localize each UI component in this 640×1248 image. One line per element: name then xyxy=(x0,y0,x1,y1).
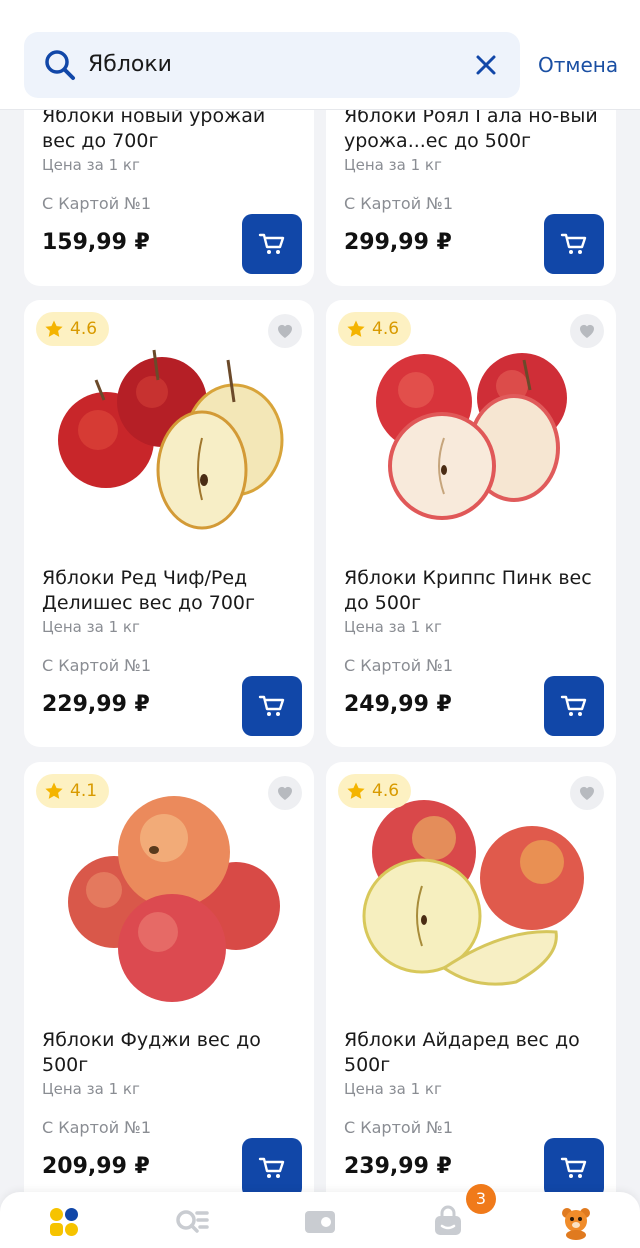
product-price: 229,99 ₽ xyxy=(42,692,150,717)
star-icon xyxy=(45,782,63,799)
unit-price-label: Цена за 1 кг xyxy=(344,1080,442,1098)
product-title: Яблоки Криппс Пинк вес до 500г xyxy=(344,567,592,614)
loyalty-card-label: С Картой №1 xyxy=(344,194,453,213)
add-to-cart-button[interactable] xyxy=(242,1138,302,1198)
heart-icon xyxy=(277,786,293,800)
add-to-cart-button[interactable] xyxy=(242,676,302,736)
star-icon xyxy=(347,782,365,799)
cart-icon xyxy=(560,233,587,254)
cart-icon xyxy=(258,233,285,254)
product-title: Яблоки новый урожай вес до 700г xyxy=(42,105,266,152)
cart-icon xyxy=(258,1157,285,1178)
product-price: 159,99 ₽ xyxy=(42,230,150,255)
loyalty-card-label: С Картой №1 xyxy=(344,1118,453,1137)
product-title: Яблоки Фуджи вес до 500г xyxy=(42,1029,261,1076)
clear-icon[interactable] xyxy=(474,53,498,77)
rating-badge: 4.6 xyxy=(36,312,110,346)
rating-value: 4.6 xyxy=(372,781,400,801)
cancel-button[interactable]: Отмена xyxy=(538,32,618,98)
product-image xyxy=(376,353,567,520)
star-icon xyxy=(347,320,365,337)
product-card[interactable]: 4.6 Яблоки Айдаред вес до 500г Цена за 1… xyxy=(326,762,616,1209)
product-card[interactable]: 4.1 Яблоки Фуджи вес до 500г Цена за 1 к… xyxy=(24,762,314,1209)
loyalty-card-label: С Картой №1 xyxy=(42,656,151,675)
product-card[interactable]: 4.6 Яблоки Криппс Пинк вес до 500г Цена … xyxy=(326,300,616,747)
heart-icon xyxy=(277,324,293,338)
favorite-button[interactable] xyxy=(268,314,302,348)
search-icon xyxy=(45,50,75,80)
product-title: Яблоки Роял Гала но-вый урожа...ес до 50… xyxy=(344,105,598,152)
catalog-icon xyxy=(50,1208,78,1236)
star-icon xyxy=(45,320,63,337)
search-header: Яблоки Отмена xyxy=(0,0,640,110)
favorite-button[interactable] xyxy=(268,776,302,810)
favorite-button[interactable] xyxy=(570,776,604,810)
product-price: 249,99 ₽ xyxy=(344,692,452,717)
product-card[interactable]: Яблоки Роял Гала но-вый урожа...ес до 50… xyxy=(326,80,616,286)
loyalty-card-icon xyxy=(305,1211,335,1233)
nav-catalog[interactable] xyxy=(44,1202,84,1242)
product-price: 239,99 ₽ xyxy=(344,1154,452,1179)
bottom-navigation xyxy=(0,1192,640,1248)
product-card[interactable]: 4.6 Яблоки Ред Чиф/Ред Делишес вес до 70… xyxy=(24,300,314,747)
search-list-icon xyxy=(176,1210,209,1233)
basket-count-badge: 3 xyxy=(466,1184,496,1214)
product-title: Яблоки Ред Чиф/Ред Делишес вес до 700г xyxy=(42,567,256,614)
cart-icon xyxy=(560,695,587,716)
add-to-cart-button[interactable] xyxy=(544,214,604,274)
unit-price-label: Цена за 1 кг xyxy=(344,618,442,636)
cart-icon xyxy=(258,695,285,716)
product-price: 209,99 ₽ xyxy=(42,1154,150,1179)
loyalty-card-label: С Картой №1 xyxy=(344,656,453,675)
product-image xyxy=(362,800,584,986)
product-card[interactable]: Яблоки новый урожай вес до 700г Цена за … xyxy=(24,80,314,286)
favorite-button[interactable] xyxy=(570,314,604,348)
product-image xyxy=(58,349,284,530)
nav-basket[interactable] xyxy=(428,1202,468,1242)
search-query: Яблоки xyxy=(88,52,172,77)
rating-badge: 4.6 xyxy=(338,774,412,808)
product-title: Яблоки Айдаред вес до 500г xyxy=(344,1029,580,1076)
heart-icon xyxy=(579,786,595,800)
basket-icon xyxy=(435,1205,461,1235)
nav-loyalty-card[interactable] xyxy=(300,1202,340,1242)
rating-value: 4.1 xyxy=(70,781,98,801)
rating-badge: 4.6 xyxy=(338,312,412,346)
unit-price-label: Цена за 1 кг xyxy=(42,618,140,636)
product-image xyxy=(68,796,280,1002)
cart-icon xyxy=(560,1157,587,1178)
add-to-cart-button[interactable] xyxy=(242,214,302,274)
rating-value: 4.6 xyxy=(372,319,400,339)
nav-profile[interactable] xyxy=(556,1202,596,1242)
add-to-cart-button[interactable] xyxy=(544,676,604,736)
search-input[interactable]: Яблоки xyxy=(24,32,520,98)
profile-mascot-icon xyxy=(562,1208,590,1240)
product-grid: Яблоки новый урожай вес до 700г Цена за … xyxy=(0,0,640,1248)
unit-price-label: Цена за 1 кг xyxy=(42,156,140,174)
unit-price-label: Цена за 1 кг xyxy=(42,1080,140,1098)
product-price: 299,99 ₽ xyxy=(344,230,452,255)
nav-search-list[interactable] xyxy=(172,1202,212,1242)
rating-value: 4.6 xyxy=(70,319,98,339)
add-to-cart-button[interactable] xyxy=(544,1138,604,1198)
loyalty-card-label: С Картой №1 xyxy=(42,1118,151,1137)
rating-badge: 4.1 xyxy=(36,774,110,808)
loyalty-card-label: С Картой №1 xyxy=(42,194,151,213)
heart-icon xyxy=(579,324,595,338)
unit-price-label: Цена за 1 кг xyxy=(344,156,442,174)
